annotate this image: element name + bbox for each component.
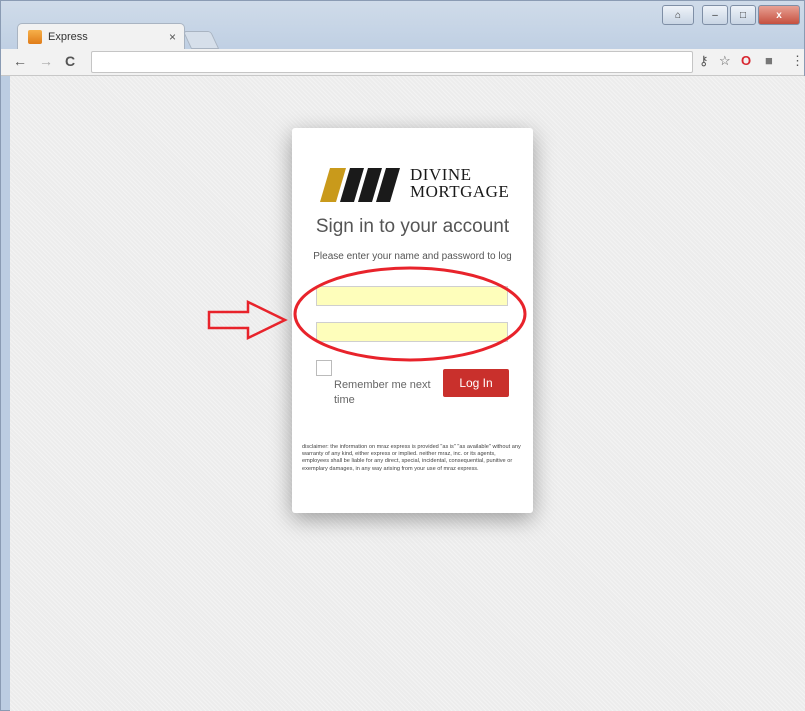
back-icon[interactable]: ← xyxy=(13,53,27,69)
tab-close-icon[interactable]: × xyxy=(169,30,176,44)
menu-icon[interactable]: ⋮ xyxy=(791,53,804,69)
window-controls: ⌂ – □ x xyxy=(662,5,800,25)
close-window-button[interactable]: x xyxy=(758,5,800,25)
remember-me-checkbox[interactable] xyxy=(316,360,332,376)
title-bar: Express × ⌂ – □ x xyxy=(1,1,804,49)
opera-icon[interactable]: O xyxy=(741,53,751,68)
logo-line-2: MORTGAGE xyxy=(410,182,510,201)
reload-icon[interactable]: C xyxy=(65,53,75,69)
company-logo: DIVINE MORTGAGE xyxy=(320,166,510,206)
user-profile-button[interactable]: ⌂ xyxy=(662,5,694,25)
remember-me-label: Remember me next time xyxy=(334,379,431,406)
browser-window: Express × ⌂ – □ x ← → C ⚷ ☆ O ■ ⋮ DIVINE… xyxy=(0,0,805,711)
extension-icon[interactable]: ■ xyxy=(765,53,773,68)
password-input[interactable] xyxy=(316,322,508,342)
disclaimer-text: disclaimer: the information on mraz expr… xyxy=(302,444,521,472)
favicon-icon xyxy=(28,29,42,44)
sign-in-subtitle: Please enter your name and password to l… xyxy=(313,251,512,262)
log-in-button[interactable]: Log In xyxy=(443,369,509,397)
sign-in-title: Sign in to your account xyxy=(315,216,510,237)
tab-title: Express xyxy=(48,30,88,43)
logo-stripes-icon xyxy=(320,168,400,202)
new-tab-button[interactable] xyxy=(182,31,220,49)
forward-icon[interactable]: → xyxy=(39,53,53,69)
bookmark-star-icon[interactable]: ☆ xyxy=(719,53,731,69)
key-icon[interactable]: ⚷ xyxy=(699,53,709,69)
browser-tab[interactable]: Express × xyxy=(17,23,185,49)
maximize-button[interactable]: □ xyxy=(730,5,756,25)
browser-toolbar: ← → C ⚷ ☆ O ■ ⋮ xyxy=(1,49,804,76)
logo-text: DIVINE MORTGAGE xyxy=(410,166,509,200)
address-bar[interactable] xyxy=(91,51,693,73)
page-content: DIVINE MORTGAGE Sign in to your account … xyxy=(10,76,805,711)
login-card: DIVINE MORTGAGE Sign in to your account … xyxy=(292,128,533,513)
minimize-button[interactable]: – xyxy=(702,5,728,25)
username-input[interactable] xyxy=(316,286,508,306)
logo-line-1: DIVINE xyxy=(410,165,472,184)
